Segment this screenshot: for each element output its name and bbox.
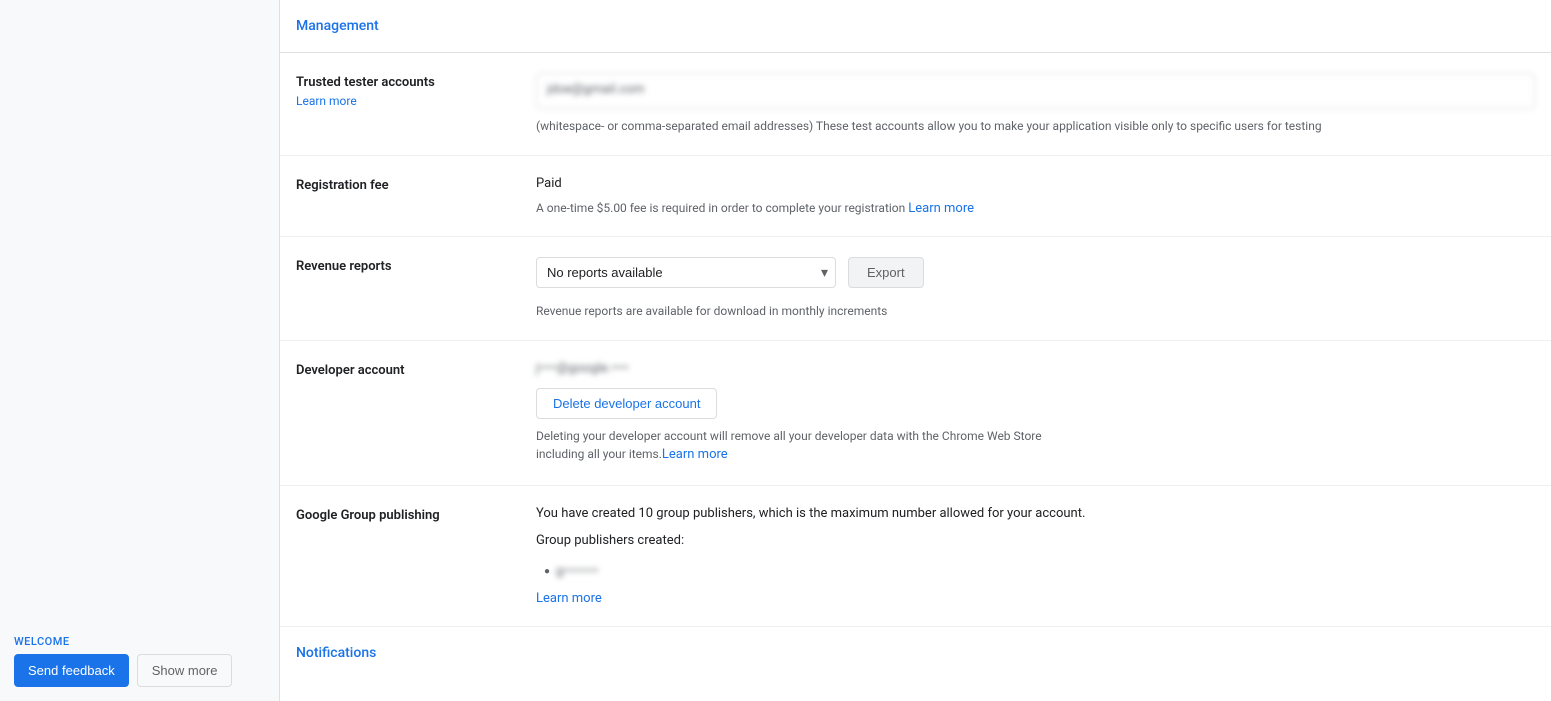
developer-account-content: j••••@google.•••• Delete developer accou…: [536, 361, 1535, 465]
group-publishers-created-label: Group publishers created:: [536, 533, 1535, 548]
google-group-learn-more[interactable]: Learn more: [536, 591, 1535, 606]
management-section-title[interactable]: Management: [280, 0, 1551, 52]
reports-controls: No reports available ▾ Export: [536, 257, 1535, 288]
registration-fee-hint: A one-time $5.00 fee is required in orde…: [536, 201, 1535, 216]
trusted-tester-content: jdoe@gmail.com (whitespace- or comma-sep…: [536, 73, 1535, 135]
welcome-bar: WELCOME Send feedback Show more: [0, 625, 279, 701]
reports-select-wrapper: No reports available ▾: [536, 257, 836, 288]
main-content: Management Trusted tester accounts Learn…: [280, 0, 1551, 701]
revenue-reports-hint: Revenue reports are available for downlo…: [536, 302, 1535, 320]
developer-account-email: j••••@google.••••: [536, 361, 1535, 376]
notifications-section-title[interactable]: Notifications: [280, 627, 1551, 661]
trusted-tester-row: Trusted tester accounts Learn more jdoe@…: [280, 53, 1551, 156]
registration-fee-content: Paid A one-time $5.00 fee is required in…: [536, 176, 1535, 216]
paid-status: Paid: [536, 176, 1535, 191]
registration-fee-row: Registration fee Paid A one-time $5.00 f…: [280, 156, 1551, 237]
group-email: g••••••••: [556, 564, 598, 579]
trusted-tester-hint: (whitespace- or comma-separated email ad…: [536, 117, 1535, 135]
revenue-reports-content: No reports available ▾ Export Revenue re…: [536, 257, 1535, 320]
google-group-publishing-content: You have created 10 group publishers, wh…: [536, 506, 1535, 606]
revenue-reports-label: Revenue reports: [296, 257, 536, 274]
send-feedback-button[interactable]: Send feedback: [14, 654, 129, 687]
google-group-publishing-label: Google Group publishing: [296, 506, 536, 523]
bottom-buttons: Send feedback Show more: [14, 654, 265, 687]
group-item: ● g••••••••: [544, 564, 1535, 579]
left-panel: WELCOME Send feedback Show more: [0, 0, 280, 701]
welcome-label: WELCOME: [14, 635, 265, 648]
group-publishing-desc: You have created 10 group publishers, wh…: [536, 506, 1535, 521]
developer-account-learn-more[interactable]: Learn more: [662, 447, 728, 462]
export-button[interactable]: Export: [848, 257, 924, 288]
reports-select[interactable]: No reports available: [536, 257, 836, 288]
registration-fee-learn-more[interactable]: Learn more: [908, 201, 974, 216]
show-more-button[interactable]: Show more: [137, 654, 233, 687]
developer-account-label: Developer account: [296, 361, 536, 378]
developer-account-row: Developer account j••••@google.•••• Dele…: [280, 341, 1551, 486]
trusted-tester-learn-more[interactable]: Learn more: [296, 94, 536, 108]
delete-developer-account-button[interactable]: Delete developer account: [536, 388, 717, 419]
revenue-reports-row: Revenue reports No reports available ▾ E…: [280, 237, 1551, 341]
registration-fee-label: Registration fee: [296, 176, 536, 193]
google-group-publishing-row: Google Group publishing You have created…: [280, 486, 1551, 627]
trusted-tester-email-input[interactable]: jdoe@gmail.com: [536, 73, 1535, 109]
bullet-icon: ●: [544, 566, 550, 577]
trusted-tester-label: Trusted tester accounts Learn more: [296, 73, 536, 108]
delete-account-hint: Deleting your developer account will rem…: [536, 427, 1056, 465]
